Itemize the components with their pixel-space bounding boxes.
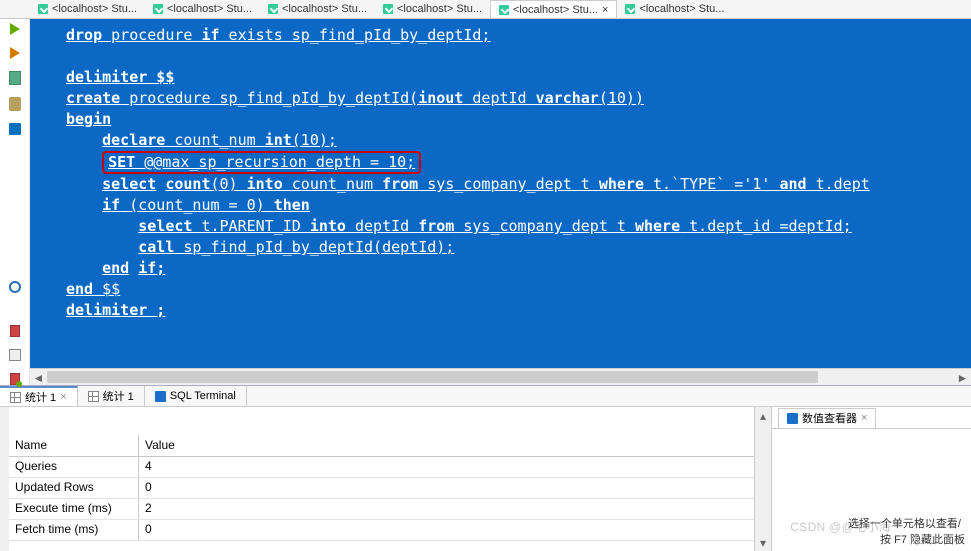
results-tab-stats-1[interactable]: 统计 1 ×	[0, 386, 78, 406]
results-tab-sql-terminal[interactable]: SQL Terminal	[145, 386, 247, 406]
tab-close-icon[interactable]: ×	[602, 4, 608, 16]
table-header-row: Name Value	[9, 435, 754, 457]
scroll-up-icon[interactable]: ▴	[755, 407, 771, 424]
file-tab[interactable]: <localhost> Stu...	[30, 0, 145, 18]
scroll-down-icon[interactable]: ▾	[755, 534, 771, 551]
sql-icon	[383, 4, 393, 14]
table-row[interactable]: Updated Rows0	[9, 478, 754, 499]
terminal-icon	[155, 391, 166, 402]
run-step-icon[interactable]	[10, 47, 20, 59]
tab-close-icon[interactable]: ×	[861, 412, 867, 424]
sql-editor[interactable]: drop procedure if exists sp_find_pId_by_…	[30, 19, 971, 368]
sql-icon	[153, 4, 163, 14]
table-row[interactable]: Execute time (ms)2	[9, 499, 754, 520]
file-tab[interactable]: <localhost> Stu...	[260, 0, 375, 18]
scroll-right-icon[interactable]: ►	[954, 369, 971, 386]
tab-label: 统计 1	[103, 388, 134, 404]
save-icon[interactable]	[9, 349, 21, 361]
column-header-name[interactable]: Name	[9, 435, 139, 456]
tab-label: 统计 1	[25, 389, 56, 405]
results-tab-strip: 统计 1 × 统计 1 SQL Terminal	[0, 385, 971, 407]
explain-icon[interactable]	[9, 97, 21, 111]
run-icon[interactable]	[10, 23, 20, 35]
grid-icon	[10, 392, 21, 403]
stats-vertical-scrollbar[interactable]: ▴ ▾	[754, 407, 771, 551]
results-tab-stats-2[interactable]: 统计 1	[78, 386, 145, 406]
sql-icon	[268, 4, 278, 14]
sql-icon	[625, 4, 635, 14]
file-tab[interactable]: <localhost> Stu...	[617, 0, 732, 18]
settings-icon[interactable]	[9, 281, 21, 293]
terminal-icon[interactable]	[9, 123, 21, 135]
file-tab[interactable]: <localhost> Stu...	[375, 0, 490, 18]
editor-horizontal-scrollbar[interactable]: ◄ ►	[30, 368, 971, 385]
grid-icon	[88, 391, 99, 402]
stats-table: Name Value Queries4 Updated Rows0 Execut…	[9, 407, 754, 551]
scroll-left-icon[interactable]: ◄	[30, 369, 47, 386]
tab-close-icon[interactable]: ×	[60, 391, 66, 403]
sql-icon	[499, 5, 509, 15]
column-header-value[interactable]: Value	[139, 435, 754, 456]
file-tab[interactable]: <localhost> Stu...	[145, 0, 260, 18]
table-row[interactable]: Fetch time (ms)0	[9, 520, 754, 541]
viewer-icon	[787, 413, 798, 424]
sql-icon	[38, 4, 48, 14]
format-icon[interactable]	[9, 71, 21, 85]
editor-toolbar	[0, 19, 30, 385]
table-row[interactable]: Queries4	[9, 457, 754, 478]
import-icon[interactable]	[10, 373, 20, 385]
highlight-annotation: SET @@max_sp_recursion_depth = 10;	[102, 151, 421, 174]
export-icon[interactable]	[10, 325, 20, 337]
file-tab-strip: <localhost> Stu... <localhost> Stu... <l…	[0, 0, 971, 19]
file-tab-active[interactable]: <localhost> Stu...×	[490, 0, 617, 18]
value-viewer-tab[interactable]: 数值查看器 ×	[778, 408, 876, 428]
stats-toolbar	[0, 407, 9, 551]
viewer-footer-text: 按 F7 隐藏此面板	[880, 531, 965, 547]
value-viewer-panel: 数值查看器 × CSDN @@宅小海 选择一个单元格以查看/ 按 F7 隐藏此面…	[771, 407, 971, 551]
tab-label: SQL Terminal	[170, 390, 236, 402]
scrollbar-thumb[interactable]	[47, 371, 818, 383]
viewer-hint-text: 选择一个单元格以查看/	[844, 515, 965, 531]
tab-label: 数值查看器	[802, 410, 857, 426]
